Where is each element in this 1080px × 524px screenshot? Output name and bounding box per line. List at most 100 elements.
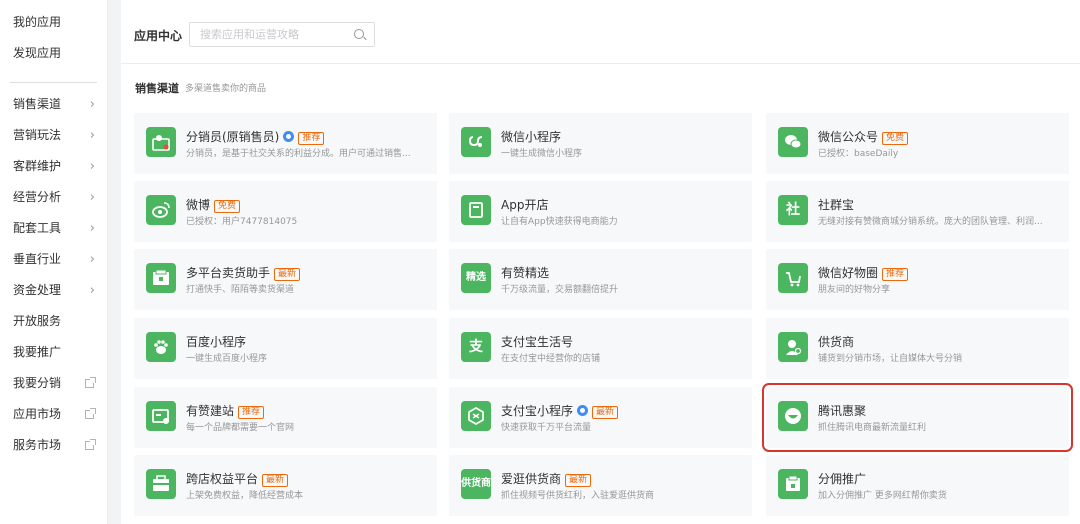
app-name-row: 微信好物圈 推荐 (818, 264, 909, 281)
app-desc: 铺货到分销市场，让自媒体大号分销 (818, 354, 963, 364)
chevron-right-icon: › (89, 252, 95, 267)
search-box[interactable] (189, 22, 375, 47)
app-name: 微信公众号 (818, 130, 879, 144)
sidebar-item-label: 客群维护 (13, 159, 62, 173)
app-name-row: 腾讯惠聚 (818, 402, 866, 419)
app-card[interactable]: 供货商铺货到分销市场，让自媒体大号分销 (766, 318, 1069, 379)
section-title: 销售渠道 (135, 82, 179, 95)
aiguang-icon: 供货商 (461, 469, 491, 499)
alipay-icon: 支 (461, 332, 491, 362)
app-tag: 推荐 (238, 406, 265, 419)
app-tag: 最新 (565, 474, 592, 487)
app-card[interactable]: 微信小程序 一键生成微信小程序 (449, 113, 752, 174)
header: 应用中心 (121, 0, 1080, 64)
tencent-huiju-icon (778, 401, 808, 431)
app-name: 有赞建站 (186, 404, 235, 418)
app-name: 支付宝生活号 (501, 335, 574, 349)
app-name: 有赞精选 (501, 266, 550, 280)
search-input[interactable] (190, 23, 340, 46)
sidebar-item-discover-apps[interactable]: 发现应用 (0, 41, 107, 72)
sidebar-item[interactable]: 开放服务 (0, 306, 107, 337)
app-name: 供货商 (818, 335, 855, 349)
sidebar-item[interactable]: 营销玩法 › (0, 120, 107, 151)
section-subtitle: 多渠道售卖你的商品 (185, 84, 267, 94)
app-card[interactable]: 有赞建站 推荐 每一个品牌都需要一个官网 (134, 387, 437, 448)
app-name: 多平台卖货助手 (186, 266, 271, 280)
app-card[interactable]: App开店 让自有App快速获得电商能力 (449, 181, 752, 242)
alipay-mini-icon (461, 401, 491, 431)
certified-badge-icon (283, 131, 295, 142)
app-desc: 朋友间的好物分享 (818, 285, 891, 295)
app-name: 社群宝 (818, 198, 855, 212)
app-card[interactable]: 微博 免费 已授权：用户7477814075 (134, 181, 437, 242)
sidebar-item[interactable]: 销售渠道 › (0, 89, 107, 120)
site-builder-icon (146, 401, 176, 431)
app-desc: 上架免费权益，降低经营成本 (186, 491, 304, 501)
app-desc: 让自有App快速获得电商能力 (501, 217, 618, 227)
app-name: 腾讯惠聚 (818, 404, 867, 418)
sidebar-divider (10, 82, 97, 83)
cross-store-icon (146, 469, 176, 499)
sidebar-item-label: 应用市场 (13, 407, 62, 421)
sidebar-item[interactable]: 客群维护 › (0, 151, 107, 182)
app-name: 爱逛供货商 (501, 472, 562, 486)
app-name-row: 有赞建站 推荐 (186, 402, 265, 419)
baidu-icon (146, 332, 176, 362)
app-name: 微博 (186, 198, 211, 212)
app-card[interactable]: 分佣推广 加入分佣推广 更多网红帮你卖货 (766, 455, 1069, 516)
app-name-row: 多平台卖货助手 最新 (186, 264, 301, 281)
cart-icon (778, 263, 808, 293)
sidebar-item[interactable]: 配套工具 › (0, 213, 107, 244)
wechat-icon (778, 127, 808, 157)
app-tag: 免费 (214, 200, 241, 213)
sidebar-item-label: 开放服务 (13, 314, 62, 328)
app-name: 支付宝小程序 (501, 404, 574, 418)
sidebar-menu: 销售渠道 › 营销玩法 › 客群维护 › 经营分析 › 配套工具 › 垂直行业 › 资金处理 › 开放服务我… (0, 89, 107, 461)
sidebar-item[interactable]: 应用市场 (0, 399, 107, 430)
sidebar-item[interactable]: 服务市场 (0, 430, 107, 461)
app-desc: 一键生成百度小程序 (186, 354, 268, 364)
app-card[interactable]: 支付宝小程序 最新 快速获取千万平台流量 (449, 387, 752, 448)
app-card[interactable]: 微信公众号 免费 已授权：baseDaily (766, 113, 1069, 174)
sidebar-item[interactable]: 资金处理 › (0, 275, 107, 306)
sidebar-item[interactable]: 垂直行业 › (0, 244, 107, 275)
sidebar-item-label: 我要推广 (13, 345, 62, 359)
app-card[interactable]: 支支付宝生活号 在支付宝中经营你的店铺 (449, 318, 752, 379)
search-icon[interactable] (354, 29, 364, 39)
app-name-row: 跨店权益平台 最新 (186, 470, 289, 487)
app-card[interactable]: 百度小程序一键生成百度小程序 (134, 318, 437, 379)
app-name-row: 微博 免费 (186, 196, 241, 213)
sidebar-item-label: 服务市场 (13, 438, 62, 452)
mini-program-icon (461, 127, 491, 157)
app-card[interactable]: 腾讯惠聚 抓住腾讯电商最新流量红利 (762, 383, 1073, 452)
app-card[interactable]: 供货商 爱逛供货商 最新 抓住视频号供货红利，入驻爱逛供货商 (449, 455, 752, 516)
app-name-row: 社群宝 (818, 196, 854, 213)
sidebar-item[interactable]: 我要推广 (0, 337, 107, 368)
app-card[interactable]: 微信好物圈 推荐朋友间的好物分享 (766, 249, 1069, 310)
sidebar-item-label: 销售渠道 (13, 97, 62, 111)
app-card[interactable]: 社社群宝 无缝对接有赞微商城分销系统。庞大的团队管理、利润... (766, 181, 1069, 242)
sidebar-item[interactable]: 我要分销 (0, 368, 107, 399)
app-name: 分销员(原销售员) (186, 130, 280, 144)
sidebar-item-my-apps[interactable]: 我的应用 (0, 10, 107, 41)
app-card[interactable]: 精选 有赞精选 千万级流量，交易额翻倍提升 (449, 249, 752, 310)
app-name-row: 微信小程序 (501, 128, 561, 145)
sidebar-top: 我的应用 发现应用 (0, 0, 107, 72)
youzan-select-icon: 精选 (461, 263, 491, 293)
app-name: 微信小程序 (501, 130, 562, 144)
app-name-row: 支付宝小程序 最新 (501, 402, 619, 419)
multi-platform-icon (146, 263, 176, 293)
app-name-row: 爱逛供货商 最新 (501, 470, 592, 487)
app-card[interactable]: 分销员(原销售员) 推荐 分销员，是基于社交关系的利益分成。用户可通过销售... (134, 113, 437, 174)
app-tag: 推荐 (298, 132, 325, 145)
app-name-row: 有赞精选 (501, 264, 549, 281)
app-name: 百度小程序 (186, 335, 247, 349)
app-card[interactable]: 跨店权益平台 最新上架免费权益，降低经营成本 (134, 455, 437, 516)
community-icon: 社 (778, 195, 808, 225)
chevron-right-icon: › (89, 159, 95, 174)
app-card[interactable]: 多平台卖货助手 最新 打通快手、陌陌等卖货渠道 (134, 249, 437, 310)
sidebar-item[interactable]: 经营分析 › (0, 182, 107, 213)
app-name-row: 支付宝生活号 (501, 333, 573, 350)
distributor-icon (146, 127, 176, 157)
sidebar-item-label: 经营分析 (13, 190, 62, 204)
